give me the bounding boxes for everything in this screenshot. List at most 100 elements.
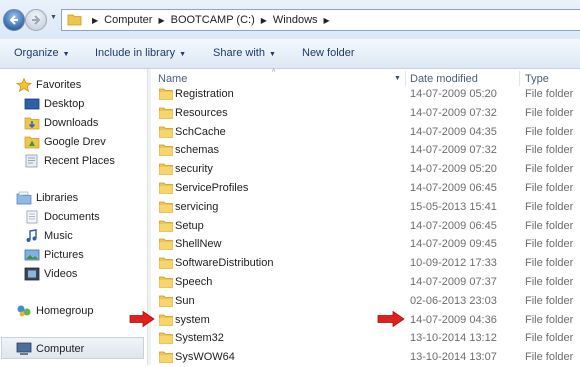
column-type-label: Type xyxy=(525,73,549,85)
nav-downloads[interactable]: Downloads xyxy=(24,116,98,130)
nav-homegroup-label: Homegroup xyxy=(36,305,94,317)
nav-homegroup[interactable]: Homegroup xyxy=(16,304,93,318)
file-date: 14-07-2009 04:36 xyxy=(410,313,497,326)
nav-desktop[interactable]: Desktop xyxy=(24,97,84,111)
forward-button[interactable] xyxy=(25,9,47,31)
table-row[interactable]: Sun 02-06-2013 23:03 File folder xyxy=(150,292,580,311)
table-row[interactable]: Registration 14-07-2009 05:20 File folder xyxy=(150,85,580,104)
file-name: SchCache xyxy=(175,125,226,138)
file-date: 14-07-2009 07:32 xyxy=(410,106,497,119)
chevron-right-icon[interactable]: ▶ xyxy=(158,16,164,25)
recent-places-icon xyxy=(25,154,38,168)
table-row[interactable]: security 14-07-2009 05:20 File folder xyxy=(150,160,580,179)
nav-libraries-label: Libraries xyxy=(36,192,79,204)
file-name: Resources xyxy=(175,106,228,119)
table-row[interactable]: schemas 14-07-2009 07:32 File folder xyxy=(150,141,580,160)
file-list: Name ^ ▼ Date modified Type Registration… xyxy=(150,69,580,365)
file-date: 14-07-2009 07:32 xyxy=(410,144,497,157)
file-name: schemas xyxy=(175,144,220,157)
folder-icon xyxy=(159,295,173,307)
address-field[interactable]: ▶ Computer ▶ BOOTCAMP (C:) ▶ Windows ▶ xyxy=(61,9,580,31)
organize-menu[interactable]: Organize ▼ xyxy=(14,47,70,59)
table-row[interactable]: ShellNew 14-07-2009 09:45 File folder xyxy=(150,235,580,254)
nav-desktop-label: Desktop xyxy=(44,98,85,110)
red-arrow-icon xyxy=(377,310,405,328)
chevron-right-icon[interactable]: ▶ xyxy=(92,16,98,25)
nav-libraries[interactable]: Libraries xyxy=(16,191,78,205)
file-name: Sun xyxy=(175,294,195,307)
file-name: system xyxy=(175,313,210,326)
nav-documents[interactable]: Documents xyxy=(24,210,100,224)
caret-down-icon: ▼ xyxy=(268,51,276,58)
breadcrumb-computer[interactable]: Computer xyxy=(104,14,152,26)
downloads-folder-icon xyxy=(24,117,40,130)
breadcrumb-windows[interactable]: Windows xyxy=(273,14,318,26)
file-name: Speech xyxy=(175,276,213,288)
chevron-right-icon[interactable]: ▶ xyxy=(261,16,267,25)
nav-documents-label: Documents xyxy=(44,211,100,223)
breadcrumb: ▶ Computer ▶ BOOTCAMP (C:) ▶ Windows ▶ xyxy=(86,14,336,26)
nav-videos-label: Videos xyxy=(44,268,78,280)
file-type: File folder xyxy=(525,144,574,157)
include-label: Include in library xyxy=(95,47,176,59)
nav-favorites-label: Favorites xyxy=(36,79,82,91)
nav-pictures[interactable]: Pictures xyxy=(24,248,84,262)
table-row[interactable]: system 14-07-2009 04:36 File folder xyxy=(150,311,580,330)
folder-icon xyxy=(159,145,173,157)
red-arrow-icon xyxy=(129,310,155,328)
table-row[interactable]: ServiceProfiles 14-07-2009 06:45 File fold… xyxy=(150,179,580,198)
new-folder-button[interactable]: New folder xyxy=(302,47,355,59)
nav-recent-places-label: Recent Places xyxy=(44,155,115,167)
file-type: File folder xyxy=(525,88,574,100)
libraries-icon xyxy=(16,191,32,205)
nav-videos[interactable]: Videos xyxy=(24,267,77,281)
folder-icon xyxy=(159,257,173,270)
folder-icon xyxy=(159,276,173,288)
table-row[interactable]: SoftwareDistribution 10-09-2012 17:33 File… xyxy=(150,254,580,273)
new-folder-label: New folder xyxy=(302,47,355,59)
include-in-library-menu[interactable]: Include in library ▼ xyxy=(95,47,186,59)
chevron-right-icon[interactable]: ▶ xyxy=(324,16,330,25)
file-name: SoftwareDistribution xyxy=(175,257,274,270)
computer-icon xyxy=(16,342,32,355)
table-row[interactable]: SysWOW64 13-10-2014 13:07 File folder xyxy=(150,348,580,367)
table-row[interactable]: System32 13-10-2014 13:12 File folder xyxy=(150,329,580,348)
table-row[interactable]: Setup 14-07-2009 06:45 File folder xyxy=(150,217,580,236)
nav-recent-places[interactable]: Recent Places xyxy=(24,154,115,168)
back-button[interactable] xyxy=(3,9,25,31)
recent-pages-dropdown[interactable]: ▼ xyxy=(50,14,57,21)
file-name: security xyxy=(175,163,213,176)
folder-icon xyxy=(159,126,173,138)
folder-icon xyxy=(159,88,173,100)
file-date: 13-10-2014 13:12 xyxy=(410,332,497,345)
caret-down-icon: ▼ xyxy=(62,51,70,58)
file-name: servicing xyxy=(175,200,219,213)
command-bar: Organize ▼ Include in library ▼ Share with… xyxy=(0,39,580,69)
file-date: 14-07-2009 06:45 xyxy=(410,182,497,194)
table-row[interactable]: SchCache 14-07-2009 04:35 File folder xyxy=(150,123,580,142)
share-with-menu[interactable]: Share with ▼ xyxy=(213,47,276,59)
table-row[interactable]: servicing 15-05-2013 15:41 File folder xyxy=(150,198,580,217)
folder-icon xyxy=(159,314,173,326)
forward-arrow-icon xyxy=(32,15,41,25)
file-type: File folder xyxy=(525,351,574,364)
table-row[interactable]: Resources 14-07-2009 07:32 File folder xyxy=(150,104,580,123)
table-row[interactable]: Speech 14-07-2009 07:37 File folder xyxy=(150,273,580,292)
caret-down-icon: ▼ xyxy=(179,51,187,58)
nav-google-drive[interactable]: Google Drev xyxy=(24,135,106,149)
folder-icon xyxy=(159,333,173,345)
folder-icon xyxy=(159,201,173,213)
folder-icon xyxy=(159,351,173,364)
breadcrumb-drive[interactable]: BOOTCAMP (C:) xyxy=(171,14,255,26)
share-label: Share with xyxy=(213,47,265,59)
file-type: File folder xyxy=(525,276,574,288)
folder-icon xyxy=(67,14,82,26)
nav-music-label: Music xyxy=(44,230,73,242)
nav-music[interactable]: Music xyxy=(24,229,73,243)
nav-favorites[interactable]: Favorites xyxy=(16,78,81,92)
column-filter-dropdown-icon[interactable]: ▼ xyxy=(394,75,401,82)
file-date: 14-07-2009 04:35 xyxy=(410,125,497,138)
nav-computer[interactable]: Computer xyxy=(16,342,84,356)
file-type: File folder xyxy=(525,125,574,138)
desktop-icon xyxy=(24,98,40,110)
